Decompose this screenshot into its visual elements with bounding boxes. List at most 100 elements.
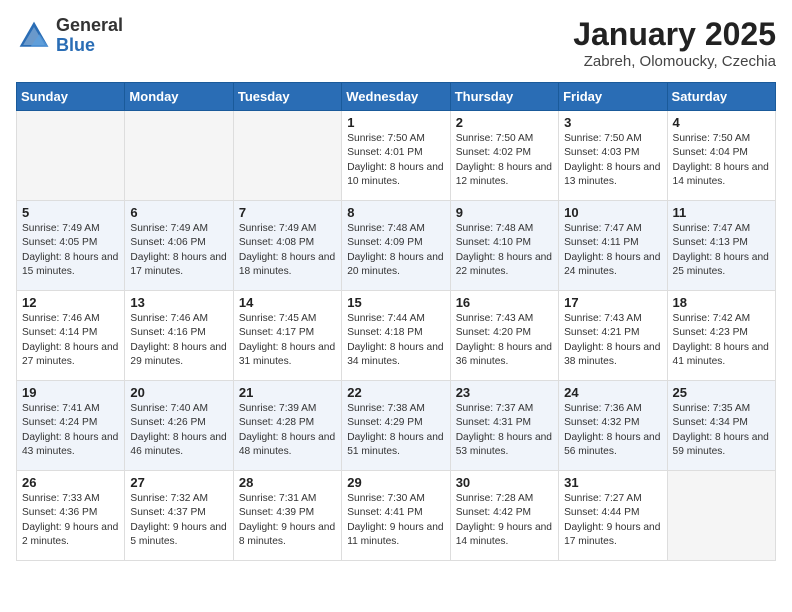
day-info: Sunrise: 7:41 AMSunset: 4:24 PMDaylight:… (22, 402, 119, 459)
calendar-week-row: 26 Sunrise: 7:33 AMSunset: 4:36 PMDayligh… (17, 471, 776, 561)
calendar-cell: 5Sunrise: 7:49 AMSunset: 4:05 PMDaylight… (17, 201, 125, 291)
calendar-cell: 23Sunrise: 7:37 AMSunset: 4:31 PMDayligh… (450, 381, 558, 471)
calendar-cell: 19 Sunrise: 7:41 AMSunset: 4:24 PMDayligh… (17, 381, 125, 471)
day-info: Sunrise: 7:44 AMSunset: 4:18 PMDaylight:… (347, 312, 444, 369)
day-info: Sunrise: 7:50 AMSunset: 4:04 PMDaylight:… (673, 132, 770, 189)
day-number: 26 (22, 475, 119, 490)
day-info: Sunrise: 7:46 AMSunset: 4:14 PMDaylight:… (22, 312, 119, 369)
day-info: Sunrise: 7:38 AMSunset: 4:29 PMDaylight:… (347, 402, 444, 459)
calendar-cell: 18 Sunrise: 7:42 AMSunset: 4:23 PMDayligh… (667, 291, 775, 381)
calendar-cell (667, 471, 775, 561)
day-info: Sunrise: 7:42 AMSunset: 4:23 PMDaylight:… (673, 312, 770, 369)
day-info: Sunrise: 7:33 AMSunset: 4:36 PMDaylight:… (22, 492, 119, 549)
day-info: Sunrise: 7:50 AMSunset: 4:03 PMDaylight:… (564, 132, 661, 189)
day-info: Sunrise: 7:49 AMSunset: 4:08 PMDaylight:… (239, 222, 336, 279)
calendar-cell (125, 111, 233, 201)
month-title: January 2025 (573, 16, 776, 53)
day-info: Sunrise: 7:31 AMSunset: 4:39 PMDaylight:… (239, 492, 336, 549)
day-number: 1 (347, 115, 444, 130)
day-number: 21 (239, 385, 336, 400)
day-number: 4 (673, 115, 770, 130)
day-number: 10 (564, 205, 661, 220)
logo-general: General (56, 16, 123, 36)
day-number: 3 (564, 115, 661, 130)
calendar-table: SundayMondayTuesdayWednesdayThursdayFrid… (16, 82, 776, 561)
day-info: Sunrise: 7:30 AMSunset: 4:41 PMDaylight:… (347, 492, 444, 549)
day-info: Sunrise: 7:47 AMSunset: 4:11 PMDaylight:… (564, 222, 661, 279)
day-number: 12 (22, 295, 119, 310)
title-area: January 2025 Zabreh, Olomoucky, Czechia (573, 16, 776, 70)
day-info: Sunrise: 7:45 AMSunset: 4:17 PMDaylight:… (239, 312, 336, 369)
calendar-week-row: 12 Sunrise: 7:46 AMSunset: 4:14 PMDayligh… (17, 291, 776, 381)
day-info: Sunrise: 7:35 AMSunset: 4:34 PMDaylight:… (673, 402, 770, 459)
calendar-cell: 24Sunrise: 7:36 AMSunset: 4:32 PMDayligh… (559, 381, 667, 471)
location-subtitle: Zabreh, Olomoucky, Czechia (573, 53, 776, 70)
weekday-header: Sunday (17, 83, 125, 111)
weekday-header: Tuesday (233, 83, 341, 111)
day-number: 28 (239, 475, 336, 490)
day-number: 2 (456, 115, 553, 130)
day-number: 14 (239, 295, 336, 310)
weekday-header: Thursday (450, 83, 558, 111)
day-info: Sunrise: 7:49 AMSunset: 4:06 PMDaylight:… (130, 222, 227, 279)
day-info: Sunrise: 7:40 AMSunset: 4:26 PMDaylight:… (130, 402, 227, 459)
calendar-cell: 17Sunrise: 7:43 AMSunset: 4:21 PMDayligh… (559, 291, 667, 381)
day-info: Sunrise: 7:39 AMSunset: 4:28 PMDaylight:… (239, 402, 336, 459)
logo-blue: Blue (56, 36, 123, 56)
day-info: Sunrise: 7:36 AMSunset: 4:32 PMDaylight:… (564, 402, 661, 459)
calendar-cell: 20 Sunrise: 7:40 AMSunset: 4:26 PMDayligh… (125, 381, 233, 471)
day-number: 8 (347, 205, 444, 220)
weekday-header: Saturday (667, 83, 775, 111)
day-number: 16 (456, 295, 553, 310)
calendar-cell: 1 Sunrise: 7:50 AMSunset: 4:01 PMDaylight… (342, 111, 450, 201)
calendar-cell: 30Sunrise: 7:28 AMSunset: 4:42 PMDayligh… (450, 471, 558, 561)
weekday-header: Friday (559, 83, 667, 111)
logo: General Blue (16, 16, 123, 56)
logo-text: General Blue (56, 16, 123, 56)
day-info: Sunrise: 7:48 AMSunset: 4:10 PMDaylight:… (456, 222, 553, 279)
calendar-cell: 16Sunrise: 7:43 AMSunset: 4:20 PMDayligh… (450, 291, 558, 381)
calendar-cell: 11Sunrise: 7:47 AMSunset: 4:13 PMDayligh… (667, 201, 775, 291)
logo-icon (16, 18, 52, 54)
day-info: Sunrise: 7:49 AMSunset: 4:05 PMDaylight:… (22, 222, 119, 279)
calendar-cell: 26 Sunrise: 7:33 AMSunset: 4:36 PMDayligh… (17, 471, 125, 561)
calendar-cell: 22 Sunrise: 7:38 AMSunset: 4:29 PMDayligh… (342, 381, 450, 471)
calendar-cell: 14 Sunrise: 7:45 AMSunset: 4:17 PMDayligh… (233, 291, 341, 381)
day-number: 6 (130, 205, 227, 220)
calendar-cell: 8 Sunrise: 7:48 AMSunset: 4:09 PMDaylight… (342, 201, 450, 291)
day-number: 15 (347, 295, 444, 310)
calendar-cell: 29Sunrise: 7:30 AMSunset: 4:41 PMDayligh… (342, 471, 450, 561)
weekday-header: Monday (125, 83, 233, 111)
day-info: Sunrise: 7:27 AMSunset: 4:44 PMDaylight:… (564, 492, 661, 549)
day-number: 19 (22, 385, 119, 400)
day-number: 18 (673, 295, 770, 310)
calendar-cell: 4 Sunrise: 7:50 AMSunset: 4:04 PMDaylight… (667, 111, 775, 201)
calendar-week-row: 19 Sunrise: 7:41 AMSunset: 4:24 PMDayligh… (17, 381, 776, 471)
calendar-cell (17, 111, 125, 201)
calendar-cell: 13Sunrise: 7:46 AMSunset: 4:16 PMDayligh… (125, 291, 233, 381)
day-info: Sunrise: 7:37 AMSunset: 4:31 PMDaylight:… (456, 402, 553, 459)
calendar-week-row: 5Sunrise: 7:49 AMSunset: 4:05 PMDaylight… (17, 201, 776, 291)
day-info: Sunrise: 7:47 AMSunset: 4:13 PMDaylight:… (673, 222, 770, 279)
calendar-cell: 7 Sunrise: 7:49 AMSunset: 4:08 PMDaylight… (233, 201, 341, 291)
calendar-cell: 9 Sunrise: 7:48 AMSunset: 4:10 PMDaylight… (450, 201, 558, 291)
page-header: General Blue January 2025 Zabreh, Olomou… (16, 16, 776, 70)
calendar-cell: 28 Sunrise: 7:31 AMSunset: 4:39 PMDayligh… (233, 471, 341, 561)
day-info: Sunrise: 7:46 AMSunset: 4:16 PMDaylight:… (130, 312, 227, 369)
calendar-cell: 3 Sunrise: 7:50 AMSunset: 4:03 PMDaylight… (559, 111, 667, 201)
day-number: 25 (673, 385, 770, 400)
day-number: 27 (130, 475, 227, 490)
calendar-cell (233, 111, 341, 201)
calendar-cell: 12 Sunrise: 7:46 AMSunset: 4:14 PMDayligh… (17, 291, 125, 381)
day-number: 7 (239, 205, 336, 220)
calendar-cell: 6 Sunrise: 7:49 AMSunset: 4:06 PMDaylight… (125, 201, 233, 291)
calendar-cell: 15 Sunrise: 7:44 AMSunset: 4:18 PMDayligh… (342, 291, 450, 381)
day-info: Sunrise: 7:50 AMSunset: 4:01 PMDaylight:… (347, 132, 444, 189)
day-number: 9 (456, 205, 553, 220)
day-info: Sunrise: 7:48 AMSunset: 4:09 PMDaylight:… (347, 222, 444, 279)
calendar-cell: 27Sunrise: 7:32 AMSunset: 4:37 PMDayligh… (125, 471, 233, 561)
day-number: 20 (130, 385, 227, 400)
calendar-cell: 21 Sunrise: 7:39 AMSunset: 4:28 PMDayligh… (233, 381, 341, 471)
calendar-cell: 2Sunrise: 7:50 AMSunset: 4:02 PMDaylight… (450, 111, 558, 201)
day-number: 22 (347, 385, 444, 400)
